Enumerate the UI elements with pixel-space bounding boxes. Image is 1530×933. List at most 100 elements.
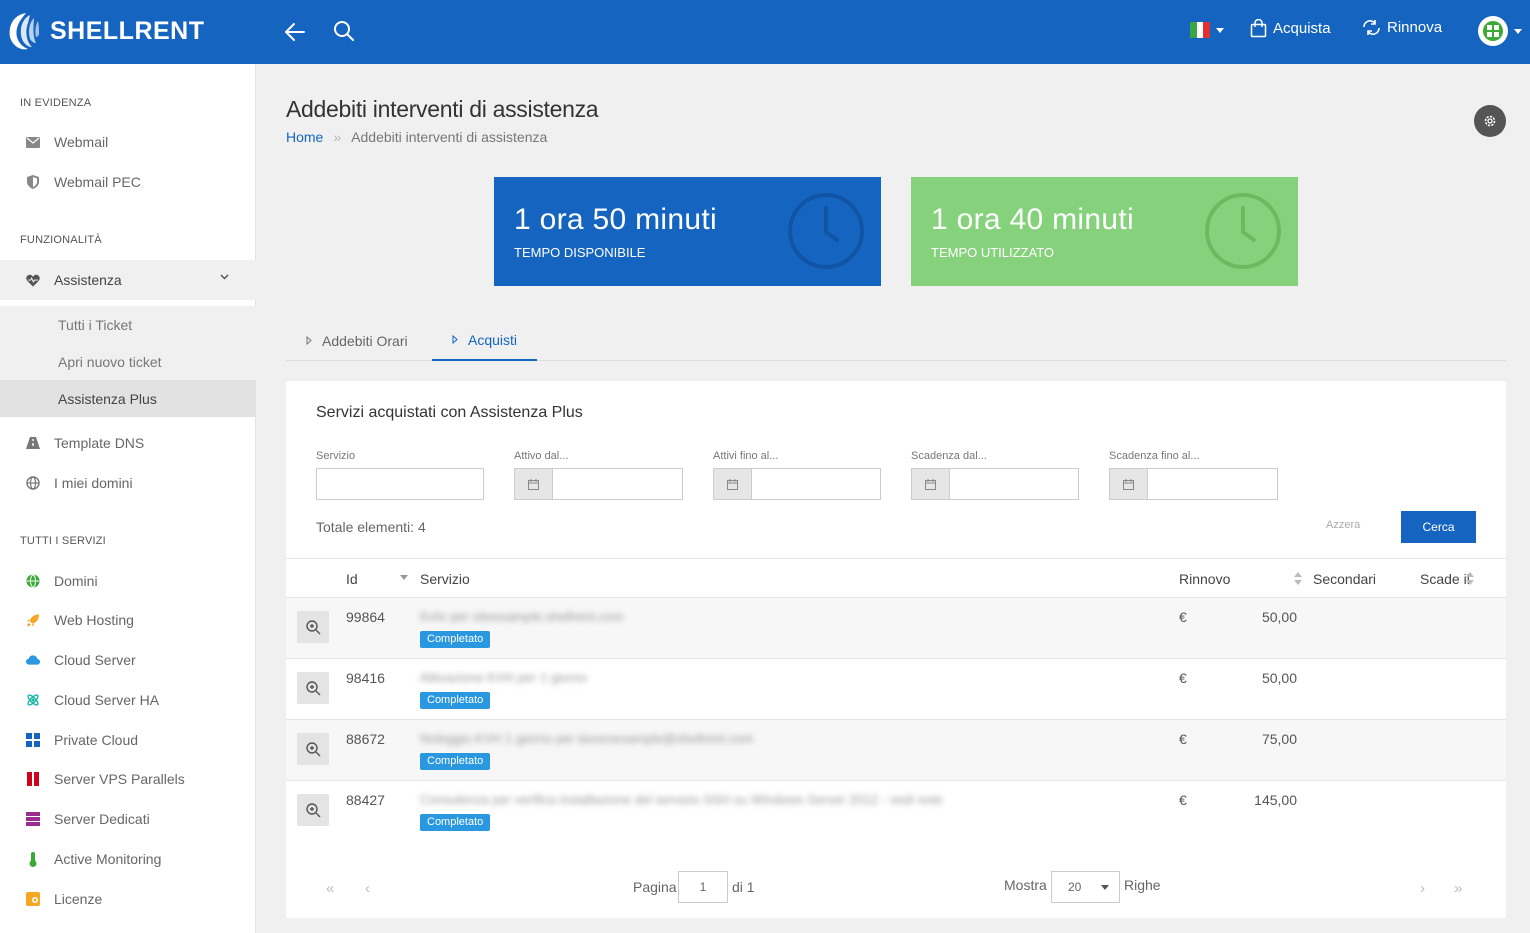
sidebar-item-label: Cloud Server HA bbox=[54, 692, 160, 708]
sidebar-item-active-monitoring[interactable]: Active Monitoring bbox=[0, 841, 256, 877]
breadcrumb-home-link[interactable]: Home bbox=[286, 129, 323, 145]
table-row: 99864 Kvhr per sitoexample.shellrent.com… bbox=[286, 598, 1506, 659]
renew-label: Rinnova bbox=[1387, 19, 1443, 36]
sidebar-subitem-new-ticket[interactable]: Apri nuovo ticket bbox=[0, 343, 256, 380]
italy-flag-icon bbox=[1190, 22, 1210, 38]
tab-purchases[interactable]: Acquisti bbox=[432, 320, 538, 361]
column-id[interactable]: Id bbox=[346, 571, 358, 587]
caret-right-icon bbox=[452, 335, 458, 344]
sidebar-item-assistenza[interactable]: Assistenza bbox=[0, 260, 256, 300]
settings-button[interactable] bbox=[1474, 105, 1506, 137]
active-from-date-field[interactable] bbox=[514, 468, 683, 500]
column-service[interactable]: Servizio bbox=[420, 571, 470, 587]
sidebar-item-label: Webmail PEC bbox=[54, 174, 141, 190]
shopping-bag-icon bbox=[1250, 19, 1267, 38]
refresh-icon bbox=[1363, 20, 1380, 35]
calendar-icon[interactable] bbox=[714, 469, 752, 499]
grid-icon bbox=[26, 733, 40, 747]
view-details-button[interactable] bbox=[297, 611, 329, 643]
renew-link[interactable]: Rinnova bbox=[1362, 19, 1442, 36]
filter-label-expiry-until: Scadenza fino al... bbox=[1109, 450, 1200, 462]
server-icon bbox=[26, 812, 40, 826]
back-arrow-icon[interactable] bbox=[284, 19, 306, 45]
active-until-date-field[interactable] bbox=[713, 468, 881, 500]
prev-page-icon[interactable]: ‹ bbox=[365, 880, 370, 897]
expiry-from-date-field[interactable] bbox=[911, 468, 1079, 500]
tab-label: Acquisti bbox=[468, 331, 518, 348]
status-badge: Completato bbox=[420, 814, 491, 831]
sidebar-item-domini[interactable]: Domini bbox=[0, 563, 256, 599]
last-page-icon[interactable]: » bbox=[1454, 880, 1462, 897]
column-expires[interactable]: Scade il bbox=[1420, 571, 1472, 587]
tab-label: Addebiti Orari bbox=[322, 332, 408, 349]
sidebar-item-web-hosting[interactable]: Web Hosting bbox=[0, 602, 256, 638]
shell-logo-icon bbox=[9, 13, 39, 50]
total-count: Totale elementi: 4 bbox=[316, 519, 426, 535]
sidebar-item-label: Web Hosting bbox=[54, 612, 134, 628]
first-page-icon[interactable]: « bbox=[326, 880, 334, 897]
filter-label-active-from: Attivo dal... bbox=[514, 450, 569, 462]
rows-per-page-select[interactable]: 20 bbox=[1051, 871, 1120, 903]
calendar-icon[interactable] bbox=[912, 469, 950, 499]
row-amount: 75,00 bbox=[1261, 731, 1297, 747]
sort-icon[interactable] bbox=[1466, 572, 1474, 585]
logo[interactable]: SHELLRENT bbox=[6, 9, 205, 53]
language-selector[interactable] bbox=[1190, 22, 1224, 38]
sidebar-item-template-dns[interactable]: Template DNS bbox=[0, 425, 256, 461]
table-header: Id Servizio Rinnovo Secondari Scade il bbox=[286, 558, 1506, 598]
sidebar-item-private-cloud[interactable]: Private Cloud bbox=[0, 722, 256, 758]
envelope-icon bbox=[26, 135, 40, 149]
tabs: Addebiti Orari Acquisti bbox=[286, 320, 1506, 361]
sidebar-item-cloud-server[interactable]: Cloud Server bbox=[0, 642, 256, 678]
calendar-icon[interactable] bbox=[515, 469, 553, 499]
column-secondary[interactable]: Secondari bbox=[1313, 571, 1376, 587]
status-badge: Completato bbox=[420, 753, 491, 770]
sidebar-item-vps-parallels[interactable]: Server VPS Parallels bbox=[0, 761, 256, 797]
status-badge: Completato bbox=[420, 631, 491, 648]
gear-icon bbox=[1484, 115, 1496, 127]
service-filter-input[interactable] bbox=[316, 468, 484, 500]
calendar-icon[interactable] bbox=[1110, 469, 1148, 499]
sidebar-item-dedicated-servers[interactable]: Server Dedicati bbox=[0, 801, 256, 837]
row-id: 99864 bbox=[346, 609, 385, 625]
sidebar-subitem-assistenza-plus[interactable]: Assistenza Plus bbox=[0, 380, 256, 417]
clock-icon bbox=[788, 193, 864, 269]
sidebar-item-webmail[interactable]: Webmail bbox=[0, 124, 256, 160]
row-currency: € bbox=[1179, 609, 1187, 625]
filter-label-active-until: Attivi fino al... bbox=[713, 450, 779, 462]
expiry-until-date-field[interactable] bbox=[1109, 468, 1278, 500]
sort-desc-icon[interactable] bbox=[400, 575, 408, 580]
status-badge: Completato bbox=[420, 692, 491, 709]
buy-link[interactable]: Acquista bbox=[1250, 19, 1331, 38]
sidebar-item-label: Server VPS Parallels bbox=[54, 771, 185, 787]
section-featured: IN EVIDENZA bbox=[20, 97, 92, 109]
caret-down-icon bbox=[1216, 27, 1224, 33]
row-amount: 50,00 bbox=[1261, 609, 1297, 625]
view-details-button[interactable] bbox=[297, 733, 329, 765]
road-icon bbox=[26, 436, 40, 450]
page-number-input[interactable] bbox=[678, 871, 728, 903]
sidebar-item-label: Assistenza bbox=[54, 272, 122, 288]
column-renewal[interactable]: Rinnovo bbox=[1179, 571, 1230, 587]
sidebar-item-cloud-server-ha[interactable]: Cloud Server HA bbox=[0, 682, 256, 718]
sort-icon[interactable] bbox=[1294, 572, 1302, 585]
page-total-label: di 1 bbox=[732, 879, 755, 895]
row-currency: € bbox=[1179, 731, 1187, 747]
reset-button[interactable]: Azzera bbox=[1326, 519, 1360, 531]
page-title: Addebiti interventi di assistenza bbox=[286, 96, 599, 122]
sidebar-item-webmail-pec[interactable]: Webmail PEC bbox=[0, 164, 256, 200]
view-details-button[interactable] bbox=[297, 672, 329, 704]
top-bar: SHELLRENT Acquista Rinnova bbox=[0, 0, 1530, 64]
tab-hourly-charges[interactable]: Addebiti Orari bbox=[286, 320, 428, 361]
sidebar-item-licenses[interactable]: Licenze bbox=[0, 881, 256, 917]
sidebar-item-label: Webmail bbox=[54, 134, 109, 150]
row-service: Consulenza per verifica installazione de… bbox=[420, 792, 943, 807]
search-icon[interactable] bbox=[333, 20, 355, 42]
next-page-icon[interactable]: › bbox=[1420, 880, 1425, 897]
row-amount: 145,00 bbox=[1254, 792, 1297, 808]
user-menu[interactable] bbox=[1478, 16, 1522, 46]
sidebar-subitem-all-tickets[interactable]: Tutti i Ticket bbox=[0, 306, 256, 343]
search-button[interactable]: Cerca bbox=[1401, 511, 1476, 543]
view-details-button[interactable] bbox=[297, 794, 329, 826]
sidebar-item-my-domains[interactable]: I miei domini bbox=[0, 465, 256, 501]
